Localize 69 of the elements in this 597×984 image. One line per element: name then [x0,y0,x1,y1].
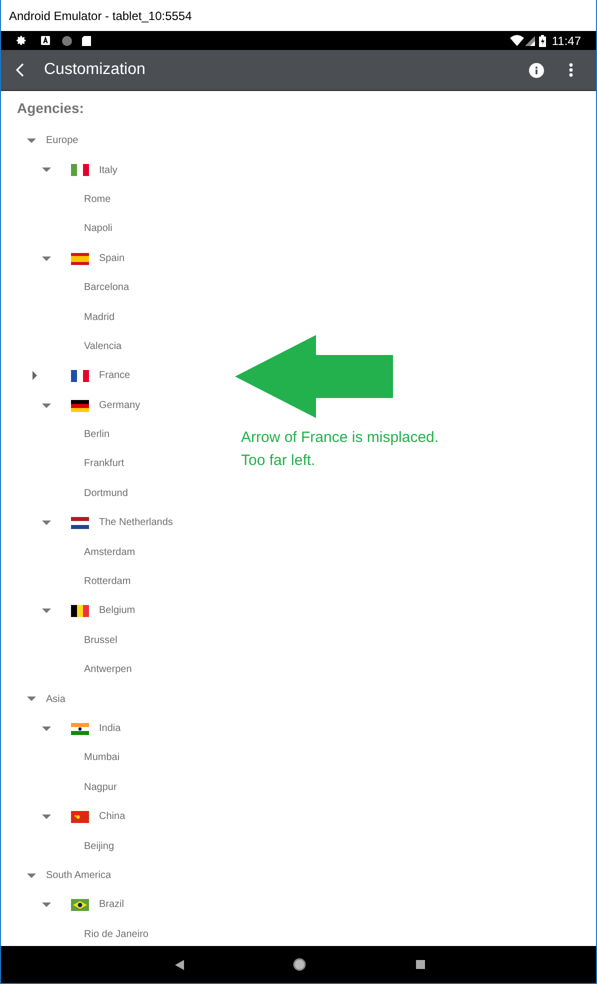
tree-item[interactable]: Antwerpen [84,662,132,678]
caret-down-icon[interactable] [27,694,36,704]
tree-item[interactable]: Dortmund [84,486,128,501]
tree-item[interactable]: Brazil [99,897,124,912]
screen-title: Customization [44,60,146,80]
tree-item[interactable]: The Netherlands [99,515,173,530]
tree-item[interactable]: Rio de Janeiro [84,926,148,942]
sd-card-icon [82,36,91,46]
notification-icon [41,36,50,45]
tree-item[interactable]: Beijing [84,838,114,854]
tree-item[interactable]: Madrid [84,310,115,325]
tree-item[interactable]: India [99,721,121,736]
tree-item[interactable]: China [99,809,126,824]
flag-icon [71,810,89,823]
flag-icon [71,605,89,618]
home-icon [292,958,306,971]
annotation-text: Too far left. [241,451,316,471]
caret-down-icon[interactable] [27,136,36,145]
tree-item[interactable]: Belgium [99,603,136,618]
info-icon [528,62,544,78]
caret-down-icon[interactable] [42,606,51,616]
circle-icon [62,36,72,46]
caret-down-icon[interactable] [42,724,51,733]
tree-item[interactable]: Asia [46,692,66,707]
tree-item[interactable]: Europe [46,133,78,148]
tree-item[interactable]: Berlin [84,427,110,442]
more-options-icon [569,63,573,77]
caret-down-icon[interactable] [42,400,51,410]
flag-icon [71,252,89,265]
tree-item[interactable]: Mumbai [84,750,120,766]
tree-item[interactable]: Rome [84,192,111,207]
tree-item[interactable]: Rotterdam [84,574,131,590]
annotation-text: Arrow of France is misplaced. [241,428,439,448]
tree-item[interactable]: South America [46,868,112,883]
tree-item[interactable]: Brussel [84,632,118,648]
home-nav-button[interactable] [291,956,307,972]
flag-icon [71,370,89,382]
wifi-icon [510,35,524,46]
tree-item[interactable]: Nagpur [84,780,117,795]
flag-icon [71,899,89,912]
caret-down-icon[interactable] [42,254,51,263]
tree-item[interactable]: Barcelona [84,280,130,296]
gear-icon [16,35,27,46]
caret-down-icon[interactable] [27,870,36,880]
caret-down-icon[interactable] [42,812,51,821]
flag-icon [71,164,89,176]
battery-icon [538,34,546,46]
caret-down-icon[interactable] [42,165,51,174]
tree-item[interactable]: France [99,368,130,384]
flag-icon [71,722,89,735]
caret-down-icon[interactable] [42,518,51,528]
tree-item[interactable]: Napoli [84,221,112,236]
window-title: Android Emulator - tablet_10:5554 [9,8,192,24]
square-icon [416,960,424,969]
tree-item[interactable]: Spain [99,250,125,266]
flag-icon [71,517,89,530]
flag-icon [71,400,89,412]
tree-item[interactable]: Italy [99,162,118,178]
signal-icon [524,36,535,46]
section-heading: Agencies: [17,99,84,118]
tree-item[interactable]: Germany [99,398,140,413]
back-icon [174,960,184,970]
caret-right-icon[interactable] [30,371,39,380]
caret-down-icon[interactable] [42,900,51,910]
tree-item[interactable]: Amsterdam [84,544,136,560]
tree-item[interactable]: Valencia [84,338,122,354]
back-icon [16,63,24,77]
clock: 11:47 [552,32,581,50]
tree-item[interactable]: Frankfurt [84,456,124,472]
